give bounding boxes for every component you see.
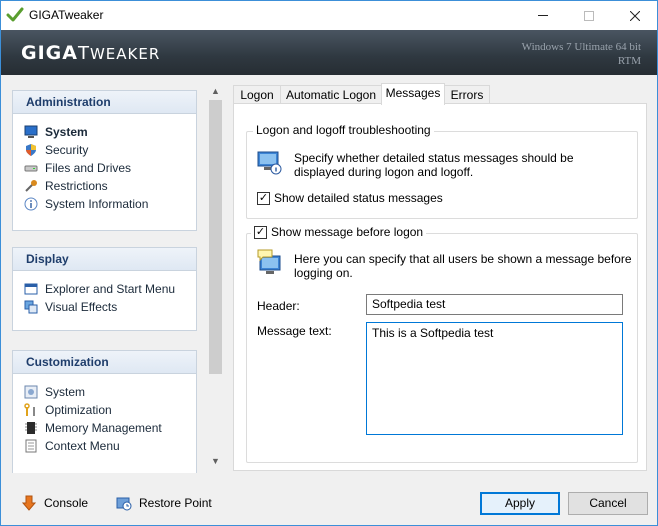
tab-errors[interactable]: Errors [444,85,490,104]
explorer-icon [24,283,38,295]
maximize-icon [584,10,594,21]
checkbox-checked-icon[interactable]: ✓ [257,191,270,205]
system-settings-icon [24,385,38,399]
minimize-icon [538,15,548,16]
close-icon [630,10,640,21]
restore-point-label: Restore Point [139,496,212,510]
monitor-icon [24,125,38,138]
show-detailed-status-checkbox[interactable]: ✓ Show detailed status messages [257,191,443,205]
title-bar: GIGATweaker [1,1,657,30]
restore-point-icon [116,497,132,511]
header-label: Header: [257,299,300,313]
memory-chip-icon [25,422,37,434]
restore-point-button[interactable]: Restore Point [116,495,212,511]
maximize-button[interactable] [566,1,612,30]
checkbox-checked-icon[interactable]: ✓ [254,225,267,239]
close-button[interactable] [612,1,657,30]
tab-messages[interactable]: Messages [381,83,445,105]
sidebar-item-label: Optimization [45,403,112,417]
sidebar-item-restrictions[interactable]: Restrictions [24,177,196,195]
sidebar-item-visual-effects[interactable]: Visual Effects [24,298,196,316]
panel-title: Customization [13,351,196,374]
os-info: Windows 7 Ultimate 64 bit RTM [522,40,641,68]
sidebar-item-context-menu[interactable]: Context Menu [24,437,196,455]
header-input-value: Softpedia test [372,297,446,311]
panel-administration: Administration System Security Files and… [12,90,197,231]
message-text-input[interactable]: This is a Softpedia test [366,322,623,435]
computer-info-icon [257,151,282,175]
sidebar-item-system-information[interactable]: System Information [24,195,196,213]
message-description: Here you can specify that all users be s… [294,252,632,280]
computer-message-icon [257,249,281,274]
console-label: Console [44,496,89,510]
group-title: Logon and logoff troubleshooting [253,123,434,137]
scrollbar-thumb[interactable] [209,100,222,374]
app-window: GIGATweaker GIGATWEAKER Windows 7 Ultima… [0,0,658,526]
description-line: Specify whether detailed status messages… [294,151,574,165]
sidebar-item-security[interactable]: Security [24,141,196,159]
sidebar-scrollbar[interactable]: ▲ ▼ [207,83,224,471]
brand-logo: GIGATWEAKER [21,42,160,64]
header-banner: GIGATWEAKER Windows 7 Ultimate 64 bit RT… [1,30,657,75]
logon-message-group: ✓ Show message before logon Here you can… [246,225,638,463]
sidebar-item-label: System Information [45,197,149,211]
footer-bar: Console Restore Point Apply Cancel [1,473,657,525]
minimize-button[interactable] [520,1,566,30]
troubleshoot-description: Specify whether detailed status messages… [294,151,574,179]
sidebar-item-memory-management[interactable]: Memory Management [24,419,196,437]
window-title: GIGATweaker [29,8,104,22]
drive-icon [24,165,38,172]
sidebar-item-explorer-and-start-menu[interactable]: Explorer and Start Menu [24,280,196,298]
wrench-icon [24,403,35,416]
console-button[interactable]: Console [21,495,88,511]
description-line: displayed during logon and logoff. [294,165,474,179]
shield-icon [26,144,36,156]
scroll-up-icon[interactable]: ▲ [210,86,221,97]
os-version: Windows 7 Ultimate 64 bit [521,41,641,53]
os-build: RTM [617,55,641,67]
troubleshooting-group: Logon and logoff troubleshooting Specify… [246,123,638,219]
checkbox-label: Show detailed status messages [274,191,443,205]
panel-display: Display Explorer and Start Menu Visual E… [12,247,197,331]
sidebar-item-label: Context Menu [45,439,120,453]
apply-button[interactable]: Apply [480,492,560,515]
sidebar-item-label: Explorer and Start Menu [45,282,176,296]
panel-title: Display [13,248,196,271]
header-input[interactable]: Softpedia test [366,294,623,315]
arrow-down-console-icon [21,495,37,511]
effects-icon [24,300,38,314]
message-text-value: This is a Softpedia test [372,326,494,340]
sidebar-item-system[interactable]: System [24,123,196,141]
panel-customization: Customization System Optimization Memory… [12,350,197,473]
sidebar-item-label: Security [45,143,89,157]
checkmark-app-icon [6,7,24,22]
tools-icon [25,180,37,192]
tab-automatic-logon[interactable]: Automatic Logon [280,85,382,104]
sidebar-item-label: Visual Effects [45,300,118,314]
sidebar-item-label: Restrictions [45,179,108,193]
show-message-before-logon-checkbox[interactable]: ✓ Show message before logon [251,225,427,239]
tab-logon[interactable]: Logon [233,85,281,104]
messages-tab-panel: Logon and logoff troubleshooting Specify… [233,103,647,471]
message-text-label: Message text: [257,324,332,338]
sidebar-item-optimization[interactable]: Optimization [24,401,196,419]
brand-part-t: T [77,43,90,64]
sidebar-item-label: Memory Management [45,421,162,435]
checkbox-label: Show message before logon [271,225,424,239]
scroll-down-icon[interactable]: ▼ [210,456,221,467]
panel-title: Administration [13,91,196,114]
info-icon [24,197,38,211]
description-line: logging on. [294,266,353,280]
sidebar-item-label: System [45,385,86,399]
sidebar-item-label: System [45,125,88,139]
sidebar-item-files-and-drives[interactable]: Files and Drives [24,159,196,177]
brand-part-giga: GIGA [21,42,78,64]
sidebar-item-label: Files and Drives [45,161,132,175]
brand-part-weaker: WEAKER [89,45,161,63]
context-menu-icon [25,439,37,453]
sidebar: Administration System Security Files and… [1,75,207,473]
sidebar-item-customization-system[interactable]: System [24,383,196,401]
description-line: Here you can specify that all users be s… [294,252,632,266]
cancel-button[interactable]: Cancel [568,492,648,515]
